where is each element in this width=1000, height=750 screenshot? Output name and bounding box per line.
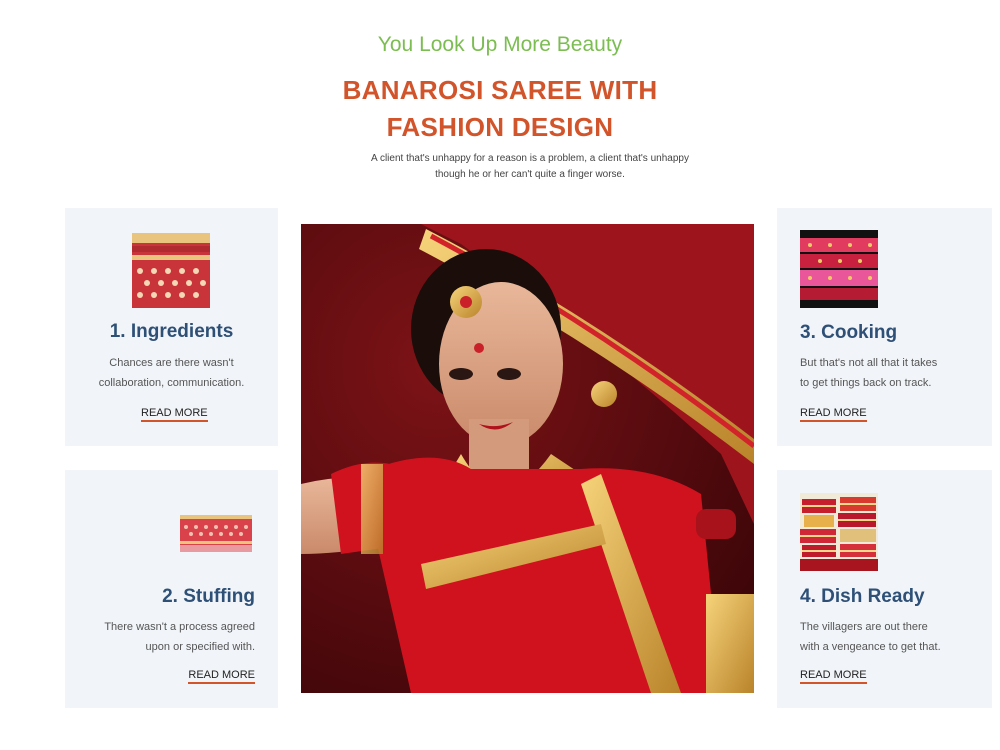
section-title: BANAROSI SAREE WITH FASHION DESIGN	[0, 72, 1000, 146]
card-title: 1. Ingredients	[109, 321, 234, 342]
card-description-line2: with a vengeance to get that.	[800, 641, 941, 653]
section-title-line1: BANAROSI SAREE WITH	[342, 75, 658, 105]
card-description-line1: There wasn't a process agreed	[104, 621, 255, 633]
card-description-line1: Chances are there wasn't	[109, 357, 234, 369]
saree-fabric-image	[800, 230, 878, 308]
saree-fabric-image	[132, 233, 210, 308]
section-subtitle-line1: A client that's unhappy for a reason is …	[371, 153, 689, 164]
read-more-link[interactable]: READ MORE	[800, 407, 867, 422]
feature-card-cooking: 3. Cooking But that's not all that it ta…	[777, 208, 992, 446]
card-title: 2. Stuffing	[162, 586, 255, 607]
section-kicker: You Look Up More Beauty	[377, 33, 623, 56]
section-subtitle: A client that's unhappy for a reason is …	[340, 151, 720, 183]
section-subtitle-line2: though he or her can't quite a finger wo…	[435, 169, 625, 180]
bride-saree-photo	[301, 224, 754, 693]
card-title: 4. Dish Ready	[800, 586, 925, 607]
feature-card-ingredients: 1. Ingredients Chances are there wasn't …	[65, 208, 278, 446]
feature-card-dish-ready: 4. Dish Ready The villagers are out ther…	[777, 470, 992, 708]
card-title: 3. Cooking	[800, 322, 898, 343]
card-description-line2: upon or specified with.	[145, 641, 255, 653]
read-more-link[interactable]: READ MORE	[141, 407, 208, 422]
card-description: But that's not all that it takes to get …	[800, 353, 985, 393]
saree-stack-image	[800, 493, 878, 571]
card-description-line1: But that's not all that it takes	[800, 357, 938, 369]
saree-fabric-image	[180, 515, 252, 552]
feature-card-stuffing: 2. Stuffing There wasn't a process agree…	[65, 470, 278, 708]
card-description-line2: collaboration, communication.	[98, 377, 245, 389]
card-description: There wasn't a process agreed upon or sp…	[65, 617, 255, 657]
section-title-line2: FASHION DESIGN	[386, 112, 614, 142]
read-more-link[interactable]: READ MORE	[188, 669, 255, 684]
read-more-link[interactable]: READ MORE	[800, 669, 867, 684]
card-description: Chances are there wasn't collaboration, …	[65, 353, 278, 393]
card-description: The villagers are out there with a venge…	[800, 617, 985, 657]
card-description-line1: The villagers are out there	[800, 621, 928, 633]
card-description-line2: to get things back on track.	[800, 377, 932, 389]
